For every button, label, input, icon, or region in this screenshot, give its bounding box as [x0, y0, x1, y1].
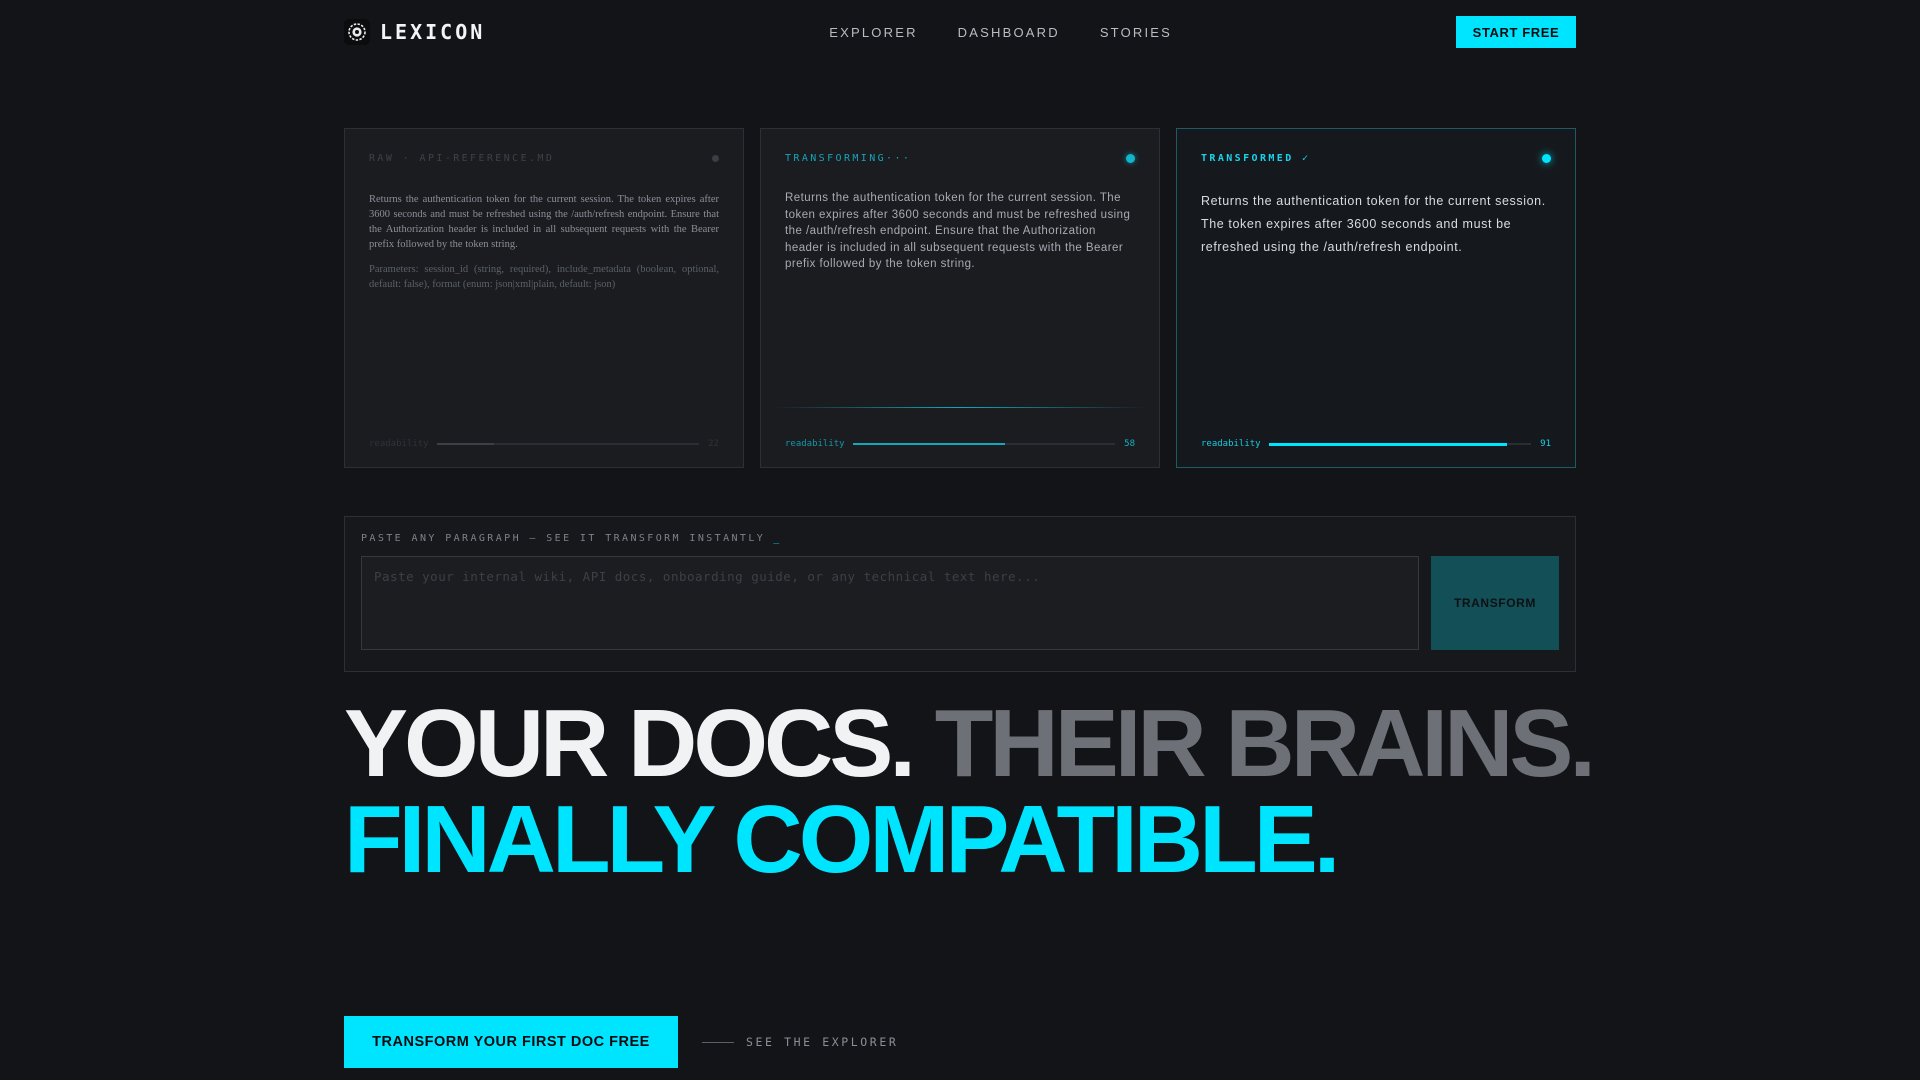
transforming-panel: TRANSFORMING··· Returns the authenticati… — [760, 128, 1160, 468]
nav-links: EXPLORER DASHBOARD STORIES — [829, 25, 1172, 40]
paste-input[interactable] — [361, 556, 1419, 650]
transformed-text: Returns the authentication token for the… — [1201, 194, 1546, 254]
link-line — [702, 1041, 734, 1043]
transforming-panel-label: TRANSFORMING··· — [785, 153, 912, 164]
see-explorer-label: SEE THE EXPLORER — [746, 1035, 899, 1049]
status-dot-icon — [1126, 154, 1135, 163]
meter-label: readability — [369, 439, 429, 449]
meter-label: readability — [785, 439, 845, 449]
hero-part-1: YOUR DOCS. — [344, 690, 916, 797]
raw-panel: RAW · API-REFERENCE.MD Returns the authe… — [344, 128, 744, 468]
start-free-button[interactable]: START FREE — [1456, 16, 1576, 48]
meter-value: 91 — [1540, 439, 1551, 449]
raw-text: Returns the authentication token for the… — [369, 194, 719, 250]
gear-aperture-icon — [344, 19, 370, 45]
status-dot-icon — [712, 155, 719, 162]
hero-part-3: FINALLY COMPATIBLE. — [344, 786, 1340, 893]
transform-button[interactable]: TRANSFORM — [1431, 556, 1559, 650]
meter-fill — [852, 443, 1005, 445]
nav-link-dashboard[interactable]: DASHBOARD — [958, 25, 1060, 40]
meter-fill — [1268, 442, 1508, 446]
transform-preview: RAW · API-REFERENCE.MD Returns the authe… — [344, 128, 1576, 468]
see-explorer-link[interactable]: SEE THE EXPLORER — [702, 1035, 898, 1049]
raw-panel-label: RAW · API-REFERENCE.MD — [369, 153, 555, 164]
paste-label: PASTE ANY PARAGRAPH — SEE IT TRANSFORM I… — [361, 533, 766, 544]
nav-link-explorer[interactable]: EXPLORER — [829, 25, 917, 40]
raw-params: Parameters: session_id (string, required… — [369, 264, 719, 290]
paste-box: PASTE ANY PARAGRAPH — SEE IT TRANSFORM I… — [344, 516, 1576, 672]
readability-meter: readability 58 — [785, 439, 1135, 449]
nav-link-stories[interactable]: STORIES — [1100, 25, 1172, 40]
readability-meter: readability 22 — [369, 439, 719, 449]
meter-value: 22 — [708, 439, 719, 449]
brand[interactable]: LEXICON — [344, 19, 485, 45]
meter-value: 58 — [1124, 439, 1135, 449]
scan-line — [773, 407, 1147, 408]
meter-fill — [436, 443, 495, 445]
transforming-text: Returns the authentication token for the… — [785, 192, 1131, 270]
hero-heading: YOUR DOCS. THEIR BRAINS. FINALLY COMPATI… — [344, 696, 1596, 893]
meter-label: readability — [1201, 439, 1261, 449]
cta-row: TRANSFORM YOUR FIRST DOC FREE SEE THE EX… — [344, 1016, 898, 1068]
cursor-caret: _ — [773, 533, 782, 544]
brand-name: LEXICON — [380, 20, 486, 44]
transformed-panel: TRANSFORMED ✓ Returns the authentication… — [1176, 128, 1576, 468]
transform-first-doc-button[interactable]: TRANSFORM YOUR FIRST DOC FREE — [344, 1016, 678, 1068]
status-dot-icon — [1542, 154, 1551, 163]
transformed-panel-label: TRANSFORMED ✓ — [1201, 153, 1311, 164]
readability-meter: readability 91 — [1201, 439, 1551, 449]
hero-part-2: THEIR BRAINS. — [934, 690, 1596, 797]
top-nav: LEXICON EXPLORER DASHBOARD STORIES START… — [344, 14, 1576, 50]
